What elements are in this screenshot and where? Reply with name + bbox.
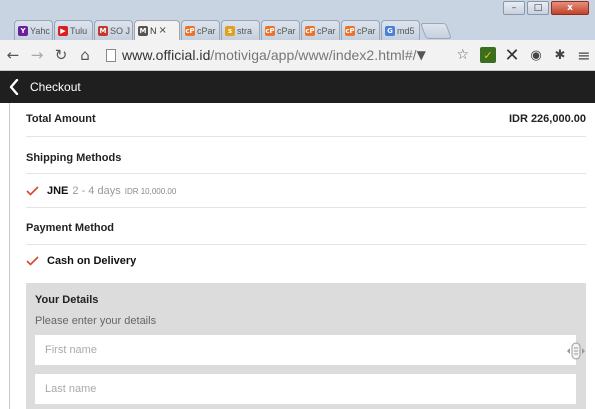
extension-x-icon[interactable]: ✕: [501, 44, 523, 66]
tab-title: cPar: [317, 25, 336, 36]
tab-list: Y Yahc ▶ Tulu M SO J M N × cP cPar s stra cP cPar cP cPa…: [14, 20, 452, 40]
shipping-methods-label: Shipping Methods: [26, 152, 122, 164]
your-details-title: Your Details: [35, 294, 99, 306]
google-icon: G: [385, 25, 395, 36]
pin-icon[interactable]: ▼: [417, 48, 426, 62]
yahoo-icon: Y: [18, 25, 28, 36]
browser-tab[interactable]: M SO J: [94, 20, 133, 40]
payment-option-label: Cash on Delivery: [47, 255, 137, 267]
address-bar[interactable]: www.official.id/motiviga/app/www/index2.…: [102, 43, 473, 67]
page-icon: [106, 48, 116, 62]
back-arrow-icon[interactable]: ←: [2, 44, 24, 66]
browser-tab[interactable]: cP cPar: [341, 20, 380, 40]
browser-tab[interactable]: M N ×: [134, 20, 180, 40]
resize-grip-icon[interactable]: [566, 342, 586, 360]
shipping-methods-heading: Shipping Methods: [26, 150, 586, 166]
first-name-input[interactable]: [35, 335, 576, 365]
youtube-icon: ▶: [58, 25, 68, 36]
browser-toolbar: ← → ↻ ⌂ www.official.id/motiviga/app/www…: [0, 40, 595, 71]
payment-method-label: Payment Method: [26, 222, 115, 234]
bookmark-star-icon[interactable]: ☆: [456, 47, 469, 63]
minimize-button[interactable]: –: [503, 1, 525, 15]
maximize-button[interactable]: □: [527, 1, 549, 15]
payment-method-heading: Payment Method: [26, 220, 586, 236]
content-left-border: [9, 103, 10, 409]
close-tab-icon[interactable]: ×: [159, 25, 167, 36]
divider: [26, 173, 586, 174]
browser-tab[interactable]: Gmd5: [381, 20, 420, 40]
page-title: Checkout: [30, 80, 81, 94]
browser-tab[interactable]: cP cPar: [301, 20, 340, 40]
new-tab-button[interactable]: [420, 23, 452, 39]
browser-tab[interactable]: s stra: [221, 20, 260, 40]
tab-title: Tulu: [70, 25, 88, 36]
cpanel-icon: cP: [265, 25, 275, 36]
browser-tab[interactable]: Y Yahc: [14, 20, 53, 40]
browser-tab[interactable]: cP cPar: [261, 20, 300, 40]
reload-icon[interactable]: ↻: [50, 44, 72, 66]
shipping-name: JNE: [47, 185, 69, 197]
cpanel-icon: cP: [185, 25, 195, 36]
checkmark-icon: [26, 185, 40, 197]
divider: [26, 207, 586, 208]
strava-icon: s: [225, 25, 235, 36]
tab-title: md5: [397, 25, 415, 36]
extension-puzzle-icon[interactable]: ✱: [549, 44, 571, 66]
tab-title: cPar: [277, 25, 296, 36]
tab-title: N: [150, 25, 157, 36]
motiviga-icon: M: [138, 25, 148, 36]
checkout-content: Total Amount IDR 226,000.00 Shipping Met…: [0, 103, 595, 409]
tab-title: cPar: [357, 25, 376, 36]
url-text: www.official.id/motiviga/app/www/index2.…: [122, 47, 417, 63]
tab-title: cPar: [197, 25, 216, 36]
cpanel-icon: cP: [305, 25, 315, 36]
browser-tab-strip: – □ x Y Yahc ▶ Tulu M SO J M N × cP cPar s stra cP cPa…: [0, 0, 595, 40]
app-header: Checkout: [0, 71, 595, 103]
shipping-days: 2 - 4 days: [72, 185, 121, 197]
browser-tab[interactable]: cP cPar: [181, 20, 220, 40]
close-window-button[interactable]: x: [551, 1, 589, 15]
browser-tab[interactable]: ▶ Tulu: [54, 20, 93, 40]
shipping-option-jne[interactable]: JNE 2 - 4 days IDR 10,000.00: [26, 183, 586, 199]
tab-title: Yahc: [30, 25, 50, 36]
extension-circle-icon[interactable]: ◉: [525, 44, 547, 66]
your-details-subtitle: Please enter your details: [35, 315, 157, 327]
url-path: /motiviga/app/www/index2.html#/: [210, 47, 417, 63]
your-details-panel: Your Details Please enter your details: [26, 283, 586, 409]
divider: [26, 244, 586, 245]
checkmark-icon: [26, 255, 40, 267]
total-amount-value: IDR 226,000.00: [508, 113, 586, 125]
gmail-icon: M: [98, 25, 108, 36]
payment-option-cod[interactable]: Cash on Delivery: [26, 253, 586, 269]
tab-title: stra: [237, 25, 253, 36]
home-icon[interactable]: ⌂: [74, 44, 96, 66]
back-chevron-icon[interactable]: [0, 71, 28, 103]
extension-checkmark-icon[interactable]: ✓: [480, 47, 496, 63]
total-amount-label: Total Amount: [26, 113, 96, 125]
shipping-price: IDR 10,000.00: [124, 186, 177, 196]
cpanel-icon: cP: [345, 25, 355, 36]
url-host: www.official.id: [122, 47, 211, 63]
browser-menu-icon[interactable]: ≡: [573, 44, 595, 66]
divider: [26, 136, 586, 137]
tab-title: SO J: [110, 25, 131, 36]
window-controls: – □ x: [503, 1, 589, 15]
forward-arrow-icon[interactable]: →: [26, 44, 48, 66]
last-name-input[interactable]: [35, 374, 576, 404]
total-amount-row: Total Amount IDR 226,000.00: [26, 111, 586, 127]
